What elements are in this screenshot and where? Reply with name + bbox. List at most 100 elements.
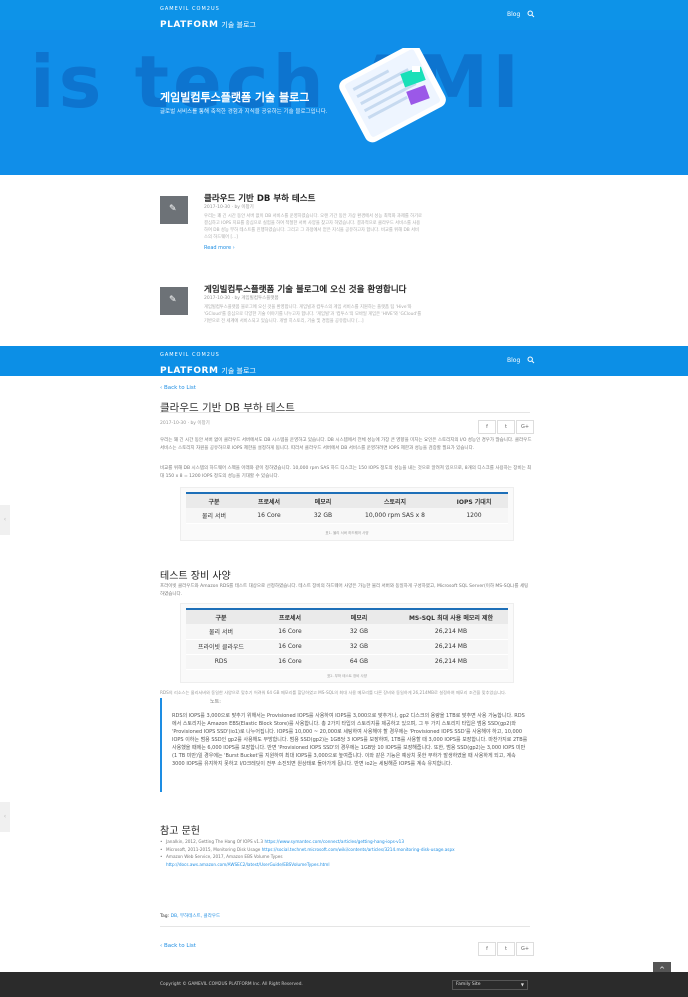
table-cell: 물리 서버	[186, 624, 256, 640]
post-meta: 2017-10-30 · by 게임빌컴투스플랫폼	[204, 296, 279, 301]
table-cell: 프라이빗 클라우드	[186, 639, 256, 655]
family-site-label: Family Site	[456, 982, 481, 987]
read-more-link[interactable]: Read more ›	[204, 245, 235, 251]
table-header: 구분	[186, 608, 256, 624]
reference-text: Janalkin, 2012, Getting The Hang Of IOPS…	[166, 839, 264, 844]
search-icon[interactable]	[527, 10, 535, 18]
article-paragraph: 비교를 위해 DB 시스템의 하드웨어 스펙을 아래와 같이 정하였습니다. 1…	[160, 466, 532, 479]
article-meta: 2017-10-30 · by 이창기	[160, 421, 210, 426]
chevron-down-icon: ▼	[520, 982, 524, 987]
back-to-list-link[interactable]: ‹ Back to List	[160, 943, 196, 949]
divider	[160, 926, 530, 927]
table-cell: 26,214 MB	[394, 624, 508, 640]
tag-links[interactable]: DB, 부하테스트, 클라우드	[171, 914, 221, 919]
section-heading: 테스트 장비 사양	[160, 571, 231, 582]
reference-link[interactable]: http://docs.aws.amazon.com/AWSEC2/latest…	[166, 862, 330, 867]
prev-post-arrow[interactable]: ‹	[0, 505, 10, 535]
post-title[interactable]: 게임빌컴투스플랫폼 기술 블로그에 오신 것을 환영합니다	[204, 283, 406, 295]
twitter-share-button[interactable]: t	[497, 942, 515, 956]
article-paragraph: 프라이빗 클라우드와 Amazon RDS를 테스트 대상으로 선정하였습니다.…	[160, 584, 529, 597]
pencil-icon: ✎	[169, 204, 177, 214]
logo-subtitle: 기술 블로그	[221, 367, 256, 375]
article-paragraph: 우리는 꽤 긴 시간 동안 서버 없이 클라우드 서버에서도 DB 시스템을 운…	[160, 438, 532, 451]
table-caption: 표1. 물리 서버 하드웨어 사양	[325, 531, 369, 535]
facebook-share-button[interactable]: f	[478, 420, 496, 434]
post-thumbnail[interactable]: ✎	[160, 287, 188, 315]
list-item: Janalkin, 2012, Getting The Hang Of IOPS…	[160, 838, 530, 846]
logo-small-text: GAMEVIL COM2US	[160, 352, 220, 358]
table-cell: 64 GB	[324, 654, 394, 670]
reference-text: Amazon Web Service, 2017, Amazon EBS Vol…	[166, 854, 283, 859]
post-item[interactable]: ✎ 클라우드 기반 DB 부하 테스트 2017-10-30 · by 이창기 …	[160, 194, 530, 256]
site-logo[interactable]: GAMEVIL COM2US PLATFORM 기술 블로그	[160, 352, 256, 377]
hero-title: 게임빌컴투스플랫폼 기술 블로그	[160, 91, 310, 104]
table-cell: 1200	[440, 508, 508, 524]
post-excerpt: 게임빌컴투스플랫폼 블로그에 오신 것을 환영합니다. 게임빌과 컴투스의 게임…	[204, 305, 422, 324]
table-cell: 26,214 MB	[394, 639, 508, 655]
logo-big-text: PLATFORM	[160, 20, 219, 30]
post-title[interactable]: 클라우드 기반 DB 부하 테스트	[204, 192, 315, 204]
quote-body: RDS의 IOPS를 3,000으로 맞추기 위해서는 Provisioned …	[172, 713, 528, 767]
post-meta: 2017-10-30 · by 이창기	[204, 205, 254, 210]
table-row: 물리 서버 16 Core 32 GB 10,000 rpm SAS x 8 1…	[186, 508, 508, 524]
phone-illustration	[339, 48, 446, 143]
facebook-share-button[interactable]: f	[478, 942, 496, 956]
googleplus-share-button[interactable]: G+	[516, 420, 534, 434]
references-list: Janalkin, 2012, Getting The Hang Of IOPS…	[160, 838, 530, 868]
googleplus-share-button[interactable]: G+	[516, 942, 534, 956]
note-text: RDS의 리소스는 물리서버와 동일한 사양으로 맞추기 어려워 64 GB 메…	[160, 690, 507, 695]
hardware-spec-table: 구분 프로세서 메모리 스토리지 IOPS 기대치 물리 서버 16 Core …	[186, 492, 508, 524]
logo-big-text: PLATFORM	[160, 366, 219, 376]
footer: Copyright © GAMEVIL COM2US PLATFORM Inc.…	[0, 972, 688, 997]
table-cell: RDS	[186, 654, 256, 670]
quote-label: 노트:	[210, 699, 221, 705]
table-header: IOPS 기대치	[440, 492, 508, 508]
table-cell: 16 Core	[256, 624, 324, 640]
table-cell: 26,214 MB	[394, 654, 508, 670]
table-header: 프로세서	[242, 492, 296, 508]
twitter-share-button[interactable]: t	[497, 420, 515, 434]
logo-small-text: GAMEVIL COM2US	[160, 6, 220, 12]
site-logo[interactable]: GAMEVIL COM2US PLATFORM 기술 블로그	[160, 6, 256, 31]
tags-row: Tag: DB, 부하테스트, 클라우드	[160, 913, 220, 919]
article-header-bar: GAMEVIL COM2US PLATFORM 기술 블로그 Blog	[0, 346, 688, 376]
table-cell: 32 GB	[296, 508, 350, 524]
table-header: 스토리지	[350, 492, 440, 508]
table-row: RDS 16 Core 64 GB 26,214 MB	[186, 654, 508, 670]
copyright-text: Copyright © GAMEVIL COM2US PLATFORM Inc.…	[160, 982, 303, 987]
table-cell: 10,000 rpm SAS x 8	[350, 508, 440, 524]
table-header: 프로세서	[256, 608, 324, 624]
table-cell: 32 GB	[324, 624, 394, 640]
tags-label: Tag:	[160, 914, 170, 919]
header-bar: GAMEVIL COM2US PLATFORM 기술 블로그 Blog	[0, 0, 688, 30]
table-cell: 물리 서버	[186, 508, 242, 524]
list-item: Amazon Web Service, 2017, Amazon EBS Vol…	[160, 853, 530, 868]
pencil-icon: ✎	[169, 295, 177, 305]
post-item[interactable]: ✎ 게임빌컴투스플랫폼 기술 블로그에 오신 것을 환영합니다 2017-10-…	[160, 285, 530, 347]
table-cell: 16 Core	[256, 639, 324, 655]
hero-subtitle: 글로벌 서비스를 통해 축적한 경험과 지식을 공유하는 기술 블로그입니다.	[160, 109, 328, 115]
table-row: 물리 서버 16 Core 32 GB 26,214 MB	[186, 624, 508, 640]
table-cell: 16 Core	[256, 654, 324, 670]
table-cell: 16 Core	[242, 508, 296, 524]
table-row: 프라이빗 클라우드 16 Core 32 GB 26,214 MB	[186, 639, 508, 655]
prev-post-arrow[interactable]: ‹	[0, 802, 10, 832]
table-header: 메모리	[296, 492, 350, 508]
back-to-list-link[interactable]: ‹ Back to List	[160, 385, 196, 391]
blockquote: 노트: RDS의 IOPS를 3,000으로 맞추기 위해서는 Provisio…	[160, 698, 532, 792]
nav-blog-link[interactable]: Blog	[507, 11, 520, 18]
references-heading: 참고 문헌	[160, 826, 200, 837]
list-item: Microsoft, 2011-2015, Monitoring Disk Us…	[160, 846, 530, 854]
reference-link[interactable]: https://social.technet.microsoft.com/wik…	[262, 847, 455, 852]
table-caption: 표2. 부하 테스트 장비 사양	[327, 674, 367, 678]
search-icon[interactable]	[527, 356, 535, 364]
table-cell: 32 GB	[324, 639, 394, 655]
nav-blog-link[interactable]: Blog	[507, 357, 520, 364]
table-header: MS-SQL 최대 사용 메모리 제한	[394, 608, 508, 624]
post-thumbnail[interactable]: ✎	[160, 196, 188, 224]
family-site-select[interactable]: Family Site ▼	[452, 980, 528, 990]
logo-subtitle: 기술 블로그	[221, 21, 256, 29]
reference-link[interactable]: https://www.symantec.com/connect/article…	[264, 839, 404, 844]
divider	[160, 412, 530, 413]
table-header: 메모리	[324, 608, 394, 624]
